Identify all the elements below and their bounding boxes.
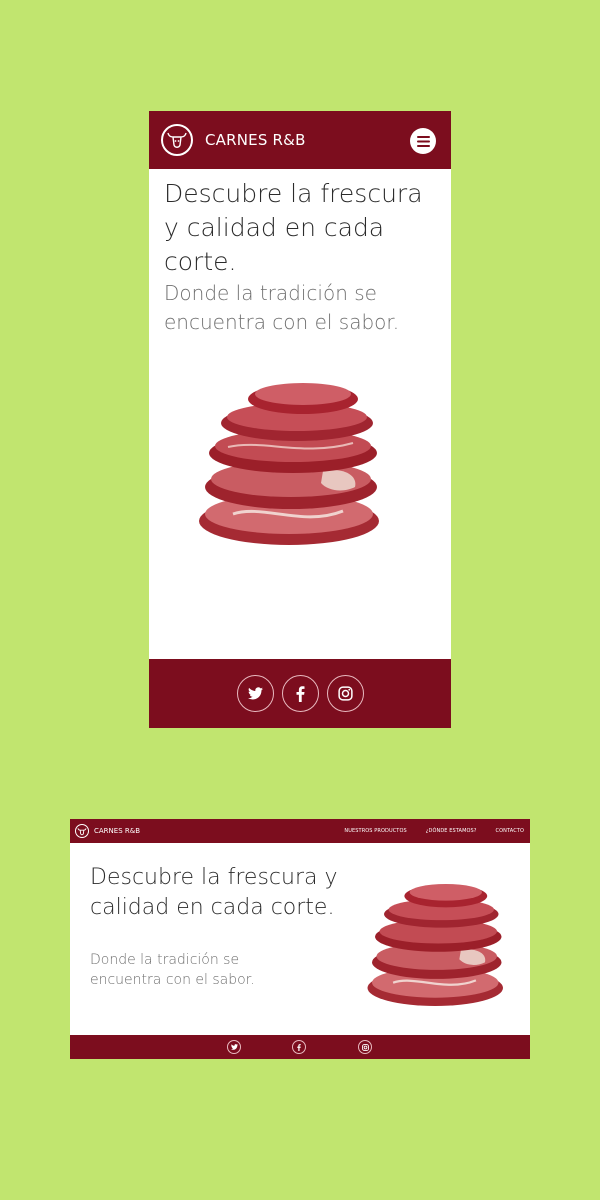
facebook-icon[interactable] [292,1040,306,1054]
hero-headline: Descubre la frescura y calidad en cada c… [164,179,423,276]
instagram-icon[interactable] [326,675,364,712]
mobile-mockup: CARNES R&B Descubre la frescura y calida… [149,111,451,728]
hero-subheadline: Donde la tradición se encuentra con el s… [164,281,400,334]
desktop-nav: NUESTROS PRODUCTOS ¿DÓNDE ESTAMOS? CONTA… [344,819,524,843]
brand-name[interactable]: CARNES R&B [205,131,306,149]
nav-item-productos[interactable]: NUESTROS PRODUCTOS [344,828,406,834]
nav-item-contacto[interactable]: CONTACTO [496,828,524,834]
bull-head-icon[interactable] [75,824,89,838]
hero-headline: Descubre la frescura y calidad en cada c… [90,865,338,920]
brand-name[interactable]: CARNES R&B [94,827,140,835]
nav-item-donde-estamos[interactable]: ¿DÓNDE ESTAMOS? [426,828,477,834]
mobile-footer [149,659,451,728]
twitter-icon[interactable] [236,675,274,712]
facebook-icon[interactable] [281,675,319,712]
desktop-header: CARNES R&B NUESTROS PRODUCTOS ¿DÓNDE EST… [70,819,530,843]
mobile-header: CARNES R&B [149,111,451,169]
twitter-icon[interactable] [227,1040,241,1054]
meat-stack-image [367,884,504,1006]
desktop-footer [70,1035,530,1059]
instagram-icon[interactable] [358,1040,372,1054]
desktop-mockup: CARNES R&B NUESTROS PRODUCTOS ¿DÓNDE EST… [70,819,530,1059]
hero-subheadline: Donde la tradición se encuentra con el s… [90,952,255,988]
bull-head-icon[interactable] [161,124,193,156]
hamburger-menu-icon[interactable] [410,128,436,154]
meat-stack-image [199,383,379,545]
